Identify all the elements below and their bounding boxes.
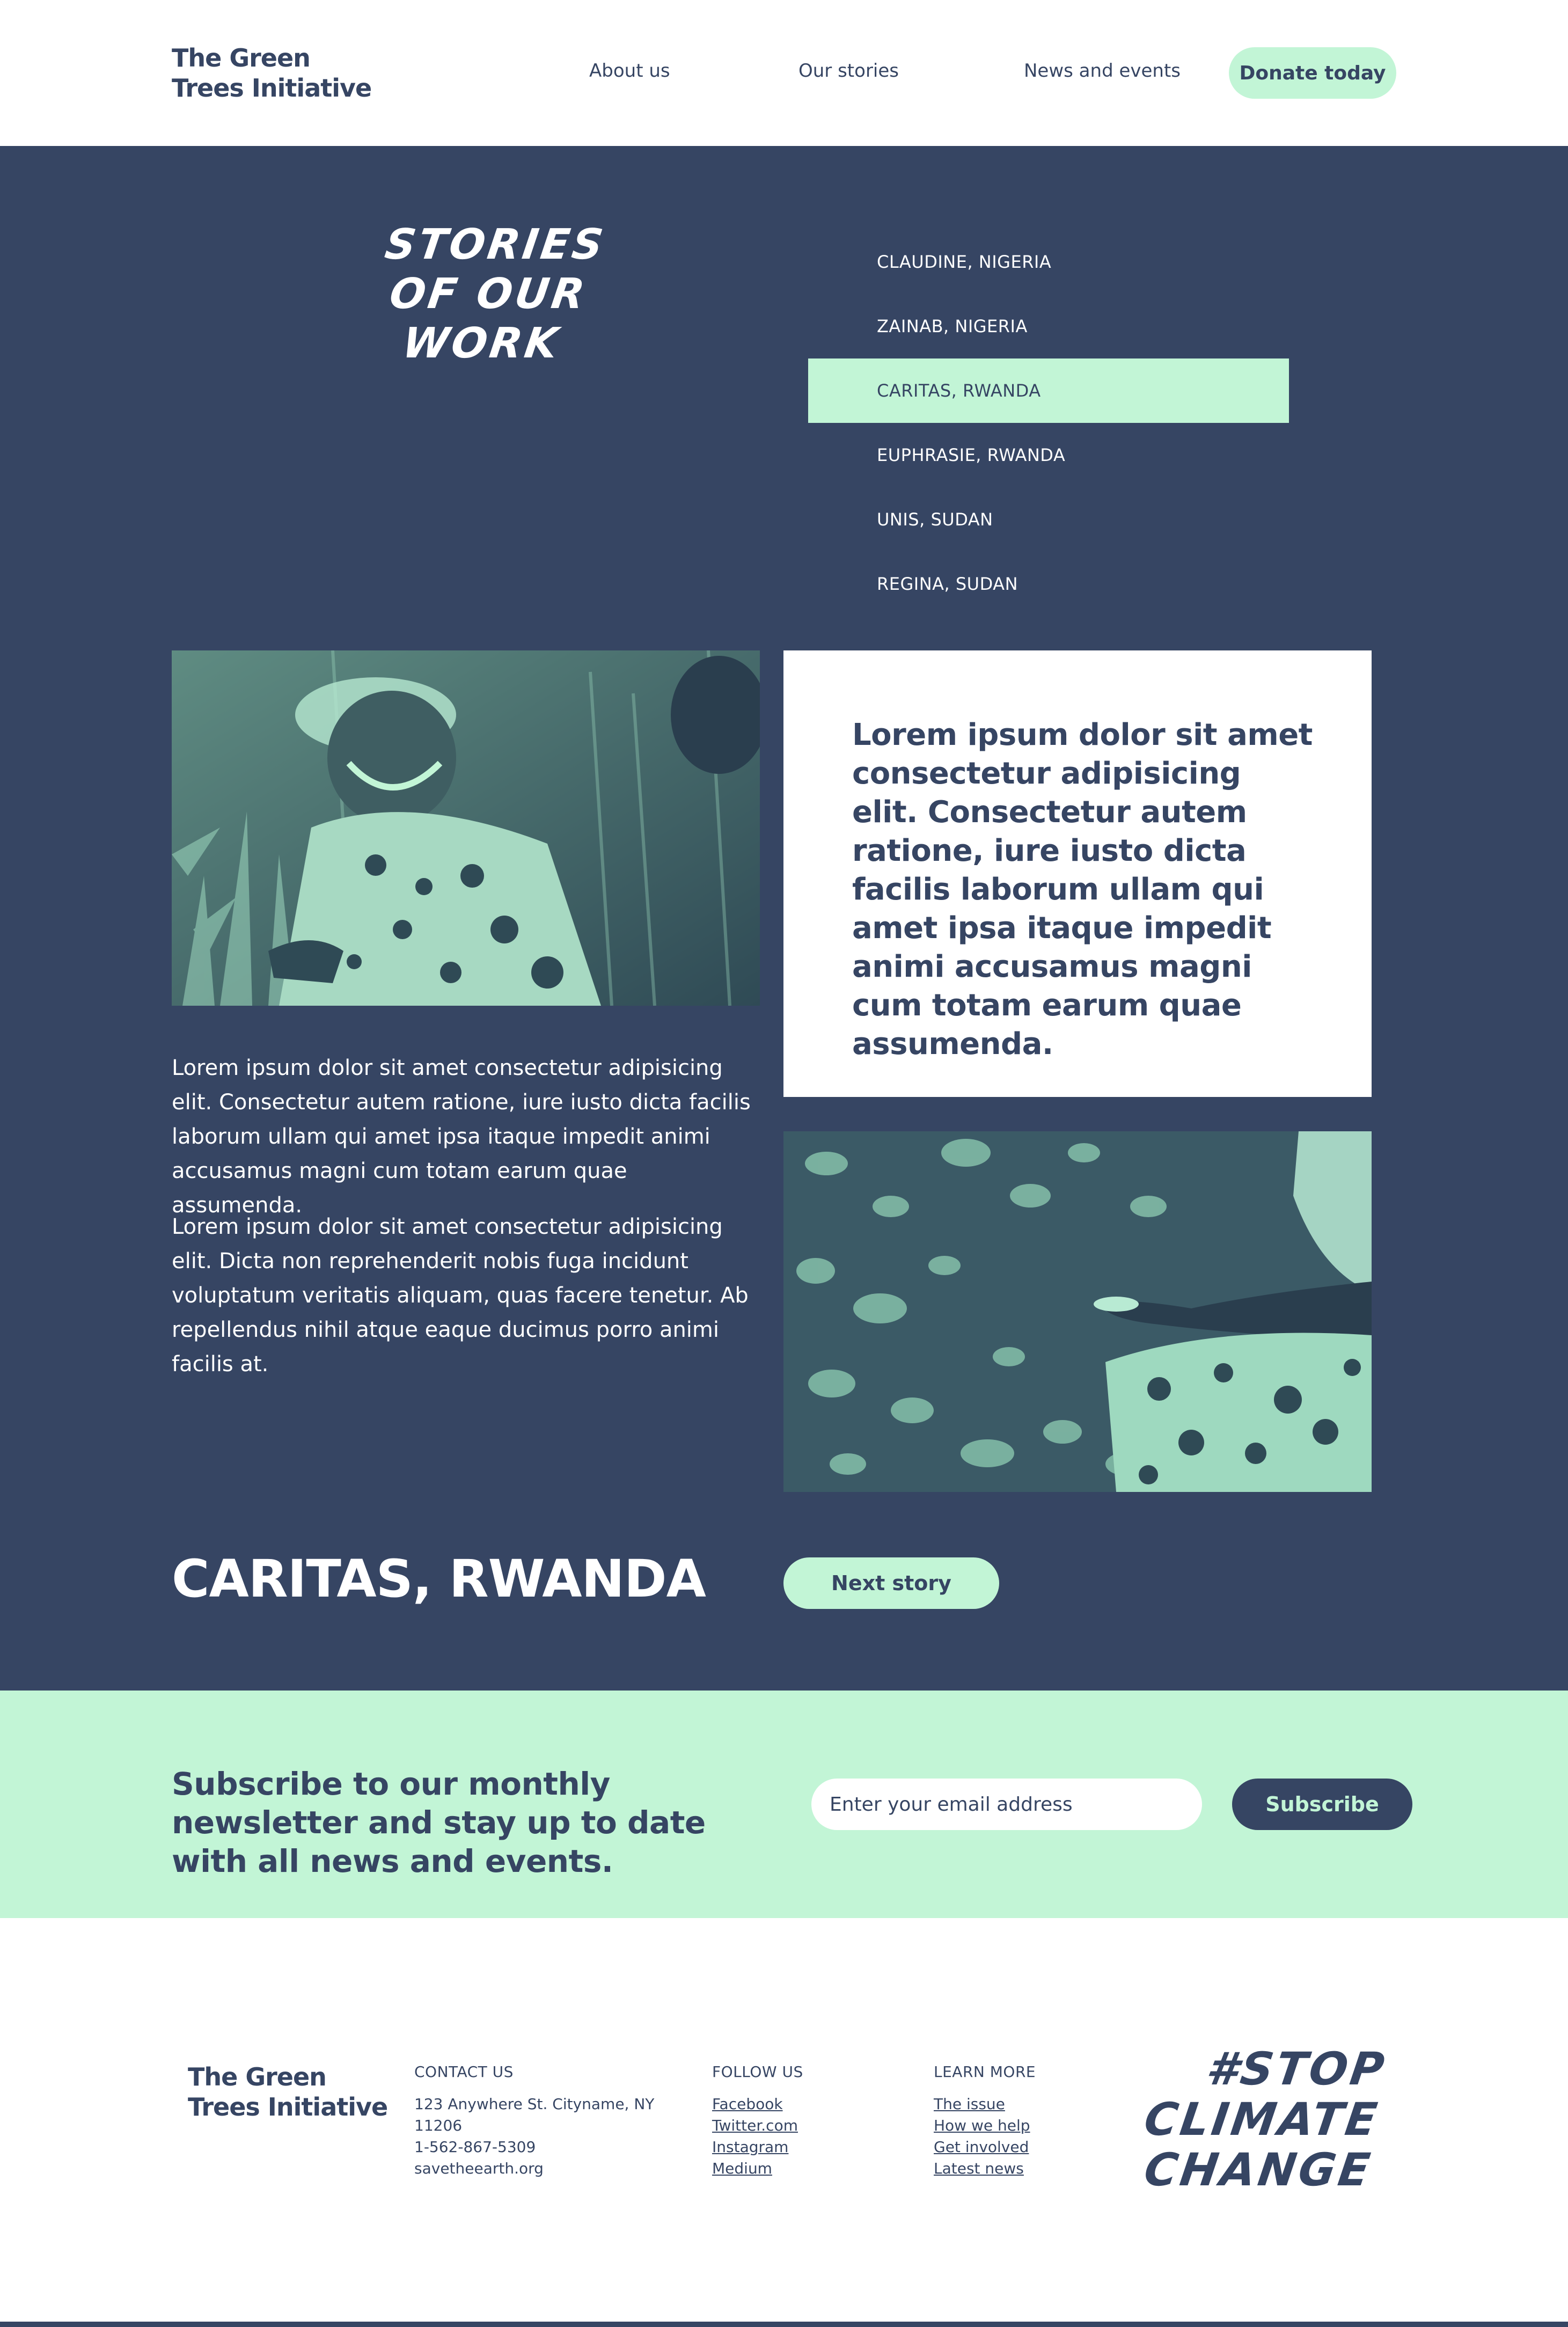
- nav-news-and-events[interactable]: News and events: [1024, 60, 1181, 82]
- site-logo[interactable]: The Green Trees Initiative: [172, 43, 372, 103]
- story-photo-hands: [783, 1131, 1372, 1492]
- learn-link-get-involved[interactable]: Get involved: [934, 2136, 1036, 2158]
- newsletter-section: Subscribe to our monthly newsletter and …: [0, 1691, 1568, 1918]
- slogan-line: #STOP: [1203, 2043, 1390, 2095]
- footer-follow: FOLLOW US Facebook Twitter.com Instagram…: [712, 2063, 803, 2179]
- contact-address-line-2: 11206: [414, 2117, 463, 2134]
- story-list-item[interactable]: CLAUDINE, NIGERIA: [808, 230, 1289, 294]
- follow-link-medium[interactable]: Medium: [712, 2158, 803, 2179]
- contact-website: savetheearth.org: [414, 2160, 544, 2177]
- story-list-item[interactable]: CARITAS, RWANDA: [808, 358, 1289, 423]
- story-list: CLAUDINE, NIGERIA ZAINAB, NIGERIA CARITAS,…: [808, 230, 1289, 616]
- current-story-name: CARITAS, RWANDA: [172, 1549, 706, 1609]
- slogan-line: CLIMATE: [1141, 2093, 1383, 2146]
- footer-logo-line-2: Trees Initiative: [188, 2092, 388, 2121]
- nav-our-stories[interactable]: Our stories: [798, 60, 899, 82]
- stories-title: STORIES OF OUR WORK: [333, 220, 644, 368]
- stories-title-line: OF OUR: [386, 270, 590, 318]
- stories-title-line: WORK: [399, 319, 563, 368]
- footer-learn: LEARN MORE The issue How we help Get inv…: [934, 2063, 1036, 2179]
- slogan-line: CHANGE: [1141, 2143, 1376, 2196]
- site-header: The Green Trees Initiative About us Our …: [0, 0, 1568, 146]
- stop-climate-change-slogan: #STOP CLIMATE CHANGE: [1089, 2043, 1390, 2196]
- learn-heading: LEARN MORE: [934, 2063, 1036, 2081]
- contact-address-line-1: 123 Anywhere St. Cityname, NY: [414, 2095, 655, 2113]
- story-list-item[interactable]: ZAINAB, NIGERIA: [808, 294, 1289, 358]
- story-list-item[interactable]: EUPHRASIE, RWANDA: [808, 423, 1289, 487]
- newsletter-title: Subscribe to our monthly newsletter and …: [172, 1766, 706, 1879]
- email-input[interactable]: [811, 1779, 1202, 1830]
- follow-heading: FOLLOW US: [712, 2063, 803, 2081]
- footer-logo[interactable]: The Green Trees Initiative: [188, 2062, 388, 2122]
- quote-text: Lorem ipsum dolor sit amet consectetur a…: [852, 718, 1313, 1062]
- learn-link-latest-news[interactable]: Latest news: [934, 2158, 1036, 2179]
- story-paragraph-2: Lorem ipsum dolor sit amet consectetur a…: [172, 1214, 749, 1377]
- contact-phone: 1-562-867-5309: [414, 2138, 536, 2156]
- quote-card: Lorem ipsum dolor sit amet consectetur a…: [783, 650, 1372, 1097]
- donate-button[interactable]: Donate today: [1229, 47, 1396, 99]
- next-story-button[interactable]: Next story: [783, 1557, 999, 1609]
- story-photo-farmer: [172, 650, 760, 1006]
- bottom-rule: [0, 2322, 1568, 2327]
- contact-heading: CONTACT US: [414, 2063, 514, 2081]
- follow-link-twitter[interactable]: Twitter.com: [712, 2115, 803, 2136]
- nav-about-us[interactable]: About us: [589, 60, 670, 82]
- logo-line-2: Trees Initiative: [172, 74, 372, 103]
- subscribe-button[interactable]: Subscribe: [1232, 1779, 1412, 1830]
- learn-link-how-we-help[interactable]: How we help: [934, 2115, 1036, 2136]
- learn-link-issue[interactable]: The issue: [934, 2094, 1036, 2115]
- story-list-item[interactable]: UNIS, SUDAN: [808, 487, 1289, 552]
- follow-link-instagram[interactable]: Instagram: [712, 2136, 803, 2158]
- story-paragraph-1: Lorem ipsum dolor sit amet consectetur a…: [172, 1056, 751, 1218]
- stories-title-line: STORIES: [382, 221, 609, 269]
- footer-contact: CONTACT US 123 Anywhere St. Cityname, NY…: [414, 2063, 654, 2179]
- footer-logo-line-1: The Green: [188, 2062, 327, 2091]
- logo-line-1: The Green: [172, 43, 311, 72]
- follow-link-facebook[interactable]: Facebook: [712, 2094, 803, 2115]
- site-footer: The Green Trees Initiative CONTACT US 12…: [0, 1918, 1568, 2327]
- story-list-item[interactable]: REGINA, SUDAN: [808, 552, 1289, 616]
